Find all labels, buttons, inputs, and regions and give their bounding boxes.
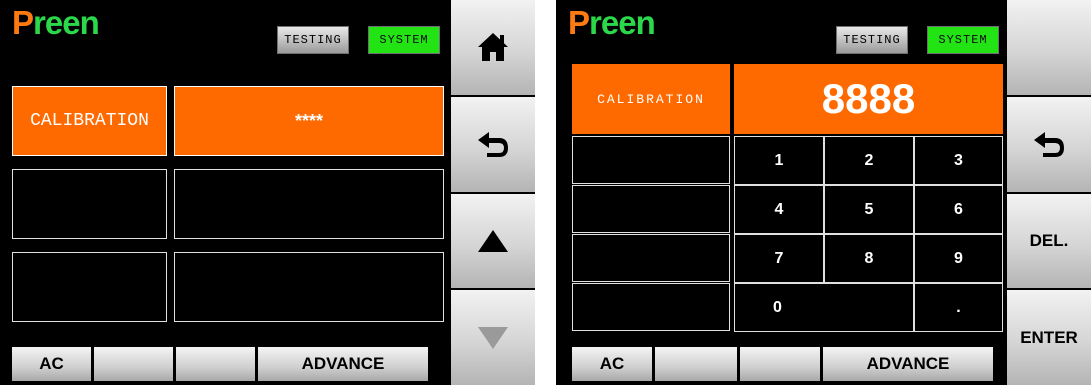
back-icon: [1034, 132, 1064, 158]
testing-tab[interactable]: TESTING: [277, 26, 349, 54]
up-arrow-icon: [478, 229, 508, 252]
row-value-empty-1[interactable]: [174, 169, 444, 239]
down-button[interactable]: [451, 290, 535, 385]
side-button-column: DEL. ENTER: [1007, 0, 1091, 385]
system-tab[interactable]: SYSTEM: [368, 26, 440, 54]
home-icon: [478, 33, 508, 62]
key-6[interactable]: 6: [914, 185, 1003, 234]
back-icon: [478, 132, 508, 158]
blank-button-2[interactable]: [176, 347, 255, 381]
brand-logo: Preen: [568, 4, 656, 41]
key-3[interactable]: 3: [914, 136, 1003, 185]
row-label-calibration[interactable]: CALIBRATION: [572, 64, 730, 134]
ac-button[interactable]: AC: [12, 347, 91, 381]
row-label-calibration[interactable]: CALIBRATION: [12, 86, 167, 156]
key-5[interactable]: 5: [824, 185, 914, 234]
row-label-empty-4[interactable]: [572, 283, 730, 331]
numeric-keypad: 1 2 3 4 5 6 7 8 9 0 .: [734, 136, 1003, 332]
ac-button[interactable]: AC: [572, 347, 652, 381]
enter-button[interactable]: ENTER: [1007, 290, 1091, 385]
key-2[interactable]: 2: [824, 136, 914, 185]
system-screen-keypad: Preen TESTING SYSTEM CALIBRATION 8888 1 …: [556, 0, 1091, 385]
key-1[interactable]: 1: [734, 136, 824, 185]
advance-button[interactable]: ADVANCE: [823, 347, 993, 381]
blank-button-1[interactable]: [655, 347, 737, 381]
down-arrow-icon: [478, 326, 508, 349]
row-value-empty-2[interactable]: [174, 252, 444, 322]
home-button[interactable]: [451, 0, 535, 97]
system-screen-main: Preen TESTING SYSTEM CALIBRATION **** AC…: [0, 0, 535, 385]
key-7[interactable]: 7: [734, 234, 824, 283]
up-button[interactable]: [451, 193, 535, 291]
entry-display: 8888: [734, 64, 1003, 134]
advance-button[interactable]: ADVANCE: [258, 347, 428, 381]
row-label-empty-3[interactable]: [572, 234, 730, 282]
blank-button-2[interactable]: [740, 347, 820, 381]
row-label-empty-1[interactable]: [12, 169, 167, 239]
row-value-calibration[interactable]: ****: [174, 86, 444, 156]
key-0[interactable]: 0: [734, 283, 914, 332]
row-label-empty-1[interactable]: [572, 136, 730, 184]
testing-tab[interactable]: TESTING: [836, 26, 908, 54]
side-button-column: [451, 0, 535, 385]
key-4[interactable]: 4: [734, 185, 824, 234]
bottom-bar: AC ADVANCE: [572, 347, 996, 381]
brand-logo: Preen: [12, 4, 100, 41]
blank-side-button[interactable]: [1007, 0, 1091, 97]
row-label-empty-2[interactable]: [572, 185, 730, 233]
back-button[interactable]: [451, 96, 535, 194]
key-9[interactable]: 9: [914, 234, 1003, 283]
key-8[interactable]: 8: [824, 234, 914, 283]
key-decimal[interactable]: .: [914, 283, 1003, 332]
system-tab[interactable]: SYSTEM: [927, 26, 999, 54]
blank-button-1[interactable]: [94, 347, 173, 381]
row-label-empty-2[interactable]: [12, 252, 167, 322]
back-button[interactable]: [1007, 96, 1091, 194]
delete-button[interactable]: DEL.: [1007, 193, 1091, 291]
bottom-bar: AC ADVANCE: [12, 347, 431, 381]
